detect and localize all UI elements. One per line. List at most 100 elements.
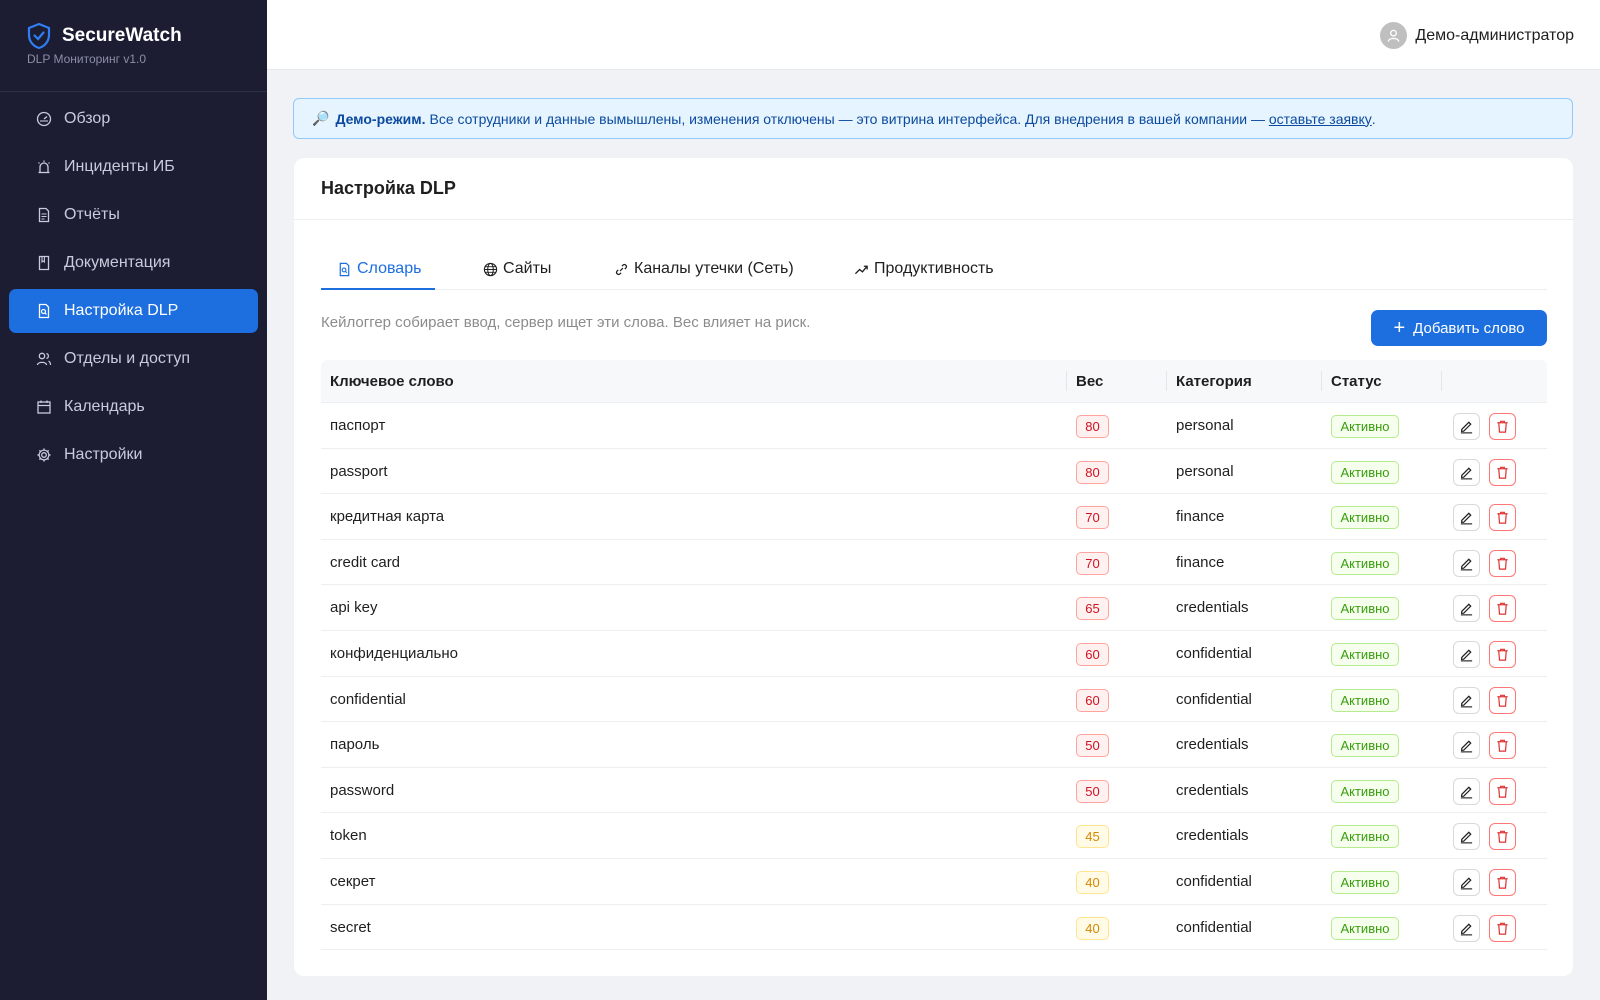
category-cell: confidential (1176, 690, 1252, 708)
edit-button[interactable] (1453, 686, 1480, 714)
category-cell: credentials (1176, 599, 1249, 617)
status-badge: Активно (1331, 916, 1399, 940)
tab-sites[interactable]: Сайты (483, 250, 551, 290)
weight-badge: 60 (1076, 642, 1109, 666)
sidebar-item-reports[interactable]: Отчёты (9, 193, 258, 237)
trash-icon (1495, 784, 1510, 799)
weight-badge: 50 (1076, 779, 1109, 803)
delete-button[interactable] (1489, 413, 1516, 440)
status-badge: Активно (1331, 506, 1399, 530)
trash-icon (1495, 829, 1510, 844)
file-text-icon (36, 207, 52, 223)
trash-icon (1495, 419, 1510, 434)
status-badge: Активно (1331, 734, 1399, 758)
request-link[interactable]: оставьте заявку (1269, 111, 1372, 127)
edit-button[interactable] (1453, 823, 1480, 851)
column-separator (1066, 371, 1067, 391)
edit-button[interactable] (1453, 640, 1480, 668)
banner-tail: . (1371, 110, 1376, 127)
weight-badge: 65 (1076, 597, 1109, 621)
delete-button[interactable] (1489, 595, 1516, 623)
tab-dictionary[interactable]: Словарь (321, 250, 435, 290)
sidebar-item-overview[interactable]: Обзор (9, 97, 258, 141)
delete-button[interactable] (1489, 549, 1516, 577)
category-cell: credentials (1176, 781, 1249, 799)
sidebar-item-docs[interactable]: Документация (9, 241, 258, 285)
edit-button[interactable] (1453, 595, 1480, 623)
weight-badge: 45 (1076, 825, 1109, 849)
table-row: passport 80 personal Активно (321, 449, 1547, 495)
keyword-cell: api key (330, 599, 378, 617)
user-icon (1380, 22, 1408, 49)
edit-button[interactable] (1453, 458, 1480, 486)
trash-icon (1495, 875, 1510, 890)
dashboard-icon (36, 111, 52, 127)
sidebar-item-label: Календарь (64, 398, 145, 415)
category-cell: finance (1176, 553, 1225, 571)
sidebar-item-label: Отделы и доступ (64, 350, 191, 367)
sidebar-item-departments[interactable]: Отделы и доступ (9, 337, 258, 381)
edit-icon (1459, 829, 1474, 844)
delete-button[interactable] (1489, 777, 1516, 805)
table-row: secret 40 confidential Активно (321, 905, 1547, 951)
sidebar-item-calendar[interactable]: Календарь (9, 385, 258, 429)
table-row: token 45 credentials Активно (321, 813, 1547, 859)
edit-button[interactable] (1453, 549, 1480, 577)
delete-button[interactable] (1489, 458, 1516, 486)
table-row: password 50 credentials Активно (321, 768, 1547, 814)
weight-badge: 40 (1076, 870, 1109, 894)
delete-button[interactable] (1489, 732, 1516, 760)
delete-button[interactable] (1489, 686, 1516, 714)
delete-button[interactable] (1489, 504, 1516, 532)
tab-label: Словарь (357, 260, 422, 277)
column-header-status[interactable]: Статус (1331, 373, 1382, 390)
tab-productivity[interactable]: Продуктивность (854, 250, 994, 290)
user-name: Демо-администратор (1415, 26, 1574, 44)
sidebar-item-dlp-settings[interactable]: Настройка DLP (9, 289, 258, 333)
trash-icon (1495, 510, 1510, 525)
column-header-keyword[interactable]: Ключевое слово (330, 373, 454, 390)
column-header-weight[interactable]: Вес (1076, 373, 1103, 390)
add-word-button[interactable]: + Добавить слово (1371, 310, 1547, 346)
edit-button[interactable] (1453, 732, 1480, 760)
dlp-settings-card: Настройка DLP Словарь Сайты Каналы утечк… (294, 158, 1573, 976)
delete-button[interactable] (1489, 823, 1516, 851)
status-badge: Активно (1331, 415, 1399, 438)
tab-label: Продуктивность (874, 260, 994, 277)
trash-icon (1495, 601, 1510, 616)
delete-button[interactable] (1489, 640, 1516, 668)
table-header: Ключевое слово Вес Категория Статус (321, 360, 1547, 403)
edit-button[interactable] (1453, 504, 1480, 532)
table-row: credit card 70 finance Активно (321, 540, 1547, 586)
edit-icon (1459, 875, 1474, 890)
edit-button[interactable] (1453, 914, 1480, 942)
table-row: паспорт 80 personal Активно (321, 403, 1547, 449)
column-header-category[interactable]: Категория (1176, 373, 1252, 390)
table-body: паспорт 80 personal Активно passport 80 person… (321, 403, 1547, 951)
category-cell: confidential (1176, 644, 1252, 662)
dictionary-table: Ключевое слово Вес Категория Статус пасп… (321, 360, 1547, 951)
category-cell: credentials (1176, 736, 1249, 754)
card-header: Настройка DLP (294, 158, 1573, 220)
delete-button[interactable] (1489, 914, 1516, 942)
tab-leak-channels[interactable]: Каналы утечки (Сеть) (614, 250, 794, 290)
edit-button[interactable] (1453, 413, 1480, 440)
sidebar-item-settings[interactable]: Настройки (9, 433, 258, 477)
delete-button[interactable] (1489, 868, 1516, 896)
users-icon (36, 351, 52, 367)
keyword-cell: кредитная карта (330, 508, 445, 526)
weight-badge: 70 (1076, 506, 1109, 530)
sidebar-item-incidents[interactable]: Инциденты ИБ (9, 145, 258, 189)
keyword-cell: паспорт (330, 417, 386, 434)
weight-badge: 70 (1076, 551, 1109, 575)
page-title: Настройка DLP (321, 178, 456, 198)
edit-button[interactable] (1453, 777, 1480, 805)
app-subtitle: DLP Мониторинг v1.0 (27, 52, 147, 66)
weight-badge: 60 (1076, 688, 1109, 712)
table-row: конфиденциально 60 confidential Активно (321, 631, 1547, 677)
status-badge: Активно (1331, 551, 1399, 575)
user-menu[interactable]: Демо-администратор (1380, 22, 1574, 49)
status-badge: Активно (1331, 642, 1399, 666)
search-emoji-icon: 🔎 (312, 110, 330, 126)
edit-button[interactable] (1453, 868, 1480, 896)
